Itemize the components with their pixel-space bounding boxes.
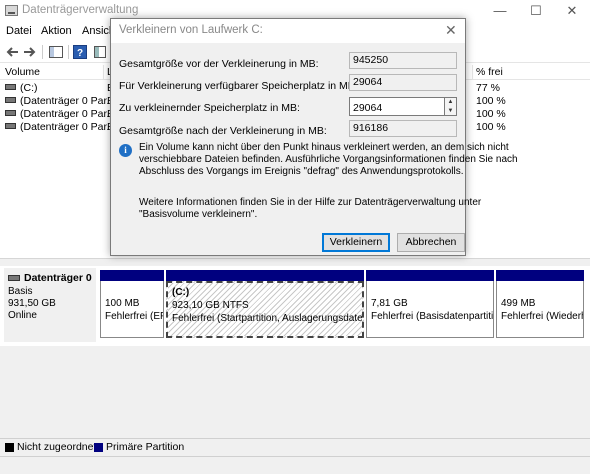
partition-title: (C:)	[172, 287, 190, 298]
menu-datei[interactable]: Datei	[6, 25, 32, 37]
volume-name: (C:)	[20, 82, 38, 94]
cancel-button[interactable]: Abbrechen	[397, 233, 465, 252]
partition-status: Fehlerfrei (Startpartition, Auslagerungs…	[172, 313, 364, 324]
volume-free-percent: 77 %	[476, 82, 500, 94]
forward-arrow-icon[interactable]	[22, 44, 38, 60]
dialog-title: Verkleinern von Laufwerk C:	[119, 24, 263, 36]
available-space-field: 29064	[349, 74, 457, 91]
svg-text:?: ?	[77, 48, 83, 59]
legend-primary-label: Primäre Partition	[106, 441, 185, 453]
volume-free-percent: 100 %	[476, 121, 506, 133]
menu-aktion[interactable]: Aktion	[41, 25, 72, 37]
disk-icon	[8, 275, 20, 281]
disk-type: Basis	[8, 286, 33, 297]
partition-efi[interactable]: 100 MB Fehlerfrei (EF	[100, 281, 164, 338]
shrink-button[interactable]: Verkleinern	[322, 233, 390, 252]
partition-header-bar	[166, 270, 364, 281]
dialog-close-icon[interactable]: ✕	[445, 22, 457, 39]
shrink-amount-stepper[interactable]: ▲ ▼	[445, 97, 457, 116]
volume-name: (Datenträger 0 Par...	[20, 108, 116, 120]
close-button[interactable]: ✕	[554, 0, 590, 22]
partition-header-bar	[366, 270, 494, 281]
volume-free-percent: 100 %	[476, 108, 506, 120]
volume-name: (Datenträger 0 Par...	[20, 121, 116, 133]
partition-header-bar	[496, 270, 584, 281]
volume-free-percent: 100 %	[476, 95, 506, 107]
partition-status: Fehlerfrei (Basisdatenpartitio	[371, 311, 494, 322]
info-text-line: verschiebbare Dateien befinden. Ausführl…	[139, 154, 518, 165]
legend-unallocated-label: Nicht zugeordnet	[17, 441, 97, 453]
properties-icon[interactable]	[92, 44, 108, 60]
back-arrow-icon[interactable]	[4, 44, 20, 60]
info-icon: i	[119, 144, 132, 157]
help-icon[interactable]: ?	[72, 44, 88, 60]
toolbar-separator	[68, 45, 69, 59]
help-text-line: Weitere Informationen finden Sie in der …	[139, 197, 482, 208]
app-title: Datenträgerverwaltung	[22, 4, 139, 16]
info-text-line: Ein Volume kann nicht über den Punkt hin…	[139, 142, 509, 153]
spin-down-icon[interactable]: ▼	[445, 107, 456, 116]
total-after-field: 916186	[349, 120, 457, 137]
partition-status: Fehlerfrei (EF	[105, 311, 164, 322]
volume-drive-icon	[5, 84, 16, 90]
legend-primary-swatch	[94, 443, 103, 452]
partition-header-bar	[100, 270, 164, 281]
disk-size: 931,50 GB	[8, 298, 56, 309]
disk-view-empty-area	[0, 346, 590, 438]
disk-name: Datenträger 0	[24, 272, 92, 284]
volume-drive-icon	[5, 123, 16, 129]
column-free-percent[interactable]: % frei	[476, 66, 503, 78]
total-after-label: Gesamtgröße nach der Verkleinerung in MB…	[119, 125, 327, 137]
shrink-amount-input[interactable]	[349, 97, 445, 116]
toolbar-separator	[42, 45, 43, 59]
partition-c-selected[interactable]: (C:) 923,10 GB NTFS Fehlerfrei (Startpar…	[166, 281, 364, 338]
console-tree-icon[interactable]	[48, 44, 64, 60]
volume-name: (Datenträger 0 Par...	[20, 95, 116, 107]
spin-up-icon[interactable]: ▲	[445, 98, 456, 107]
volume-drive-icon	[5, 97, 16, 103]
disk-view-spacer	[0, 262, 590, 266]
column-separator[interactable]	[472, 65, 473, 80]
total-before-label: Gesamtgröße vor der Verkleinerung in MB:	[119, 58, 319, 70]
disk-status: Online	[8, 310, 37, 321]
shrink-dialog: Verkleinern von Laufwerk C: ✕ Gesamtgröß…	[110, 18, 518, 256]
app-icon	[5, 5, 18, 16]
disk-info-panel[interactable]: Datenträger 0 Basis 931,50 GB Online	[4, 268, 96, 342]
partition-recovery[interactable]: 499 MB Fehlerfrei (Wiederh	[496, 281, 584, 338]
partition-size: 923,10 GB NTFS	[172, 300, 249, 311]
partition-size: 7,81 GB	[371, 298, 408, 309]
column-separator[interactable]	[103, 65, 104, 80]
available-space-label: Für Verkleinerung verfügbarer Speicherpl…	[119, 80, 358, 92]
partition-status: Fehlerfrei (Wiederh	[501, 311, 584, 322]
legend-unallocated-swatch	[5, 443, 14, 452]
minimize-button[interactable]: —	[482, 0, 518, 22]
help-text-line: "Basisvolume verkleinern".	[139, 209, 258, 220]
partition-size: 499 MB	[501, 298, 536, 309]
partition-basic-data[interactable]: 7,81 GB Fehlerfrei (Basisdatenpartitio	[366, 281, 494, 338]
volume-drive-icon	[5, 110, 16, 116]
status-bar	[0, 456, 590, 474]
info-text-line: Abschluss des Vorgangs im Ereignis "defr…	[139, 166, 464, 177]
shrink-amount-label: Zu verkleinernder Speicherplatz in MB:	[119, 102, 300, 114]
column-volume[interactable]: Volume	[5, 66, 40, 78]
total-before-field: 945250	[349, 52, 457, 69]
partition-size: 100 MB	[105, 298, 140, 309]
maximize-button[interactable]: ☐	[518, 0, 554, 22]
